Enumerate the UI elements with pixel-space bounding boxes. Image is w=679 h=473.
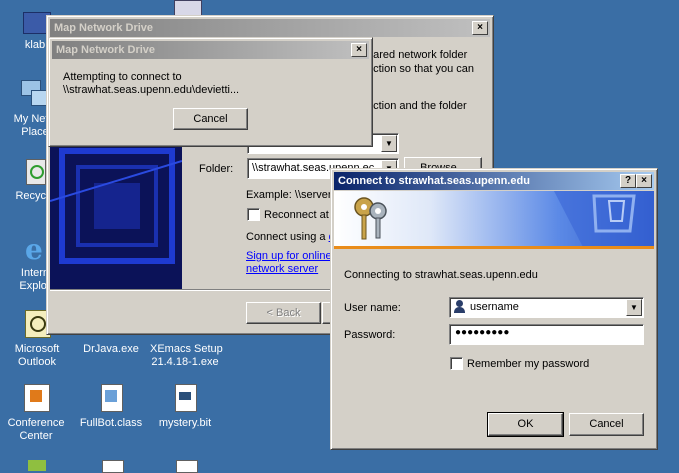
connecting-progress-dialog: Map Network Drive × Attempting to connec… bbox=[48, 37, 373, 147]
close-button[interactable]: × bbox=[636, 174, 652, 188]
chevron-down-icon[interactable]: ▼ bbox=[381, 135, 397, 152]
partial-icon bbox=[176, 460, 198, 473]
conference-center-icon bbox=[20, 382, 52, 414]
intro-text-fragment: hared network folder bbox=[367, 49, 468, 61]
example-text: Example: \\server bbox=[246, 189, 332, 201]
user-icon bbox=[453, 300, 465, 314]
back-button[interactable]: < Back bbox=[246, 302, 321, 324]
progress-line1: Attempting to connect to bbox=[63, 71, 182, 83]
close-button[interactable]: × bbox=[472, 21, 488, 35]
desktop-icon-label: Conference bbox=[7, 417, 65, 429]
desktop-icon-conference-center[interactable]: Conference Center bbox=[1, 382, 71, 443]
desktop-icon-label: DrJava.exe bbox=[83, 343, 139, 355]
close-icon: × bbox=[641, 175, 647, 186]
folder-label: Folder: bbox=[199, 163, 234, 175]
desktop-icon-partial-top[interactable] bbox=[174, 0, 202, 18]
desktop-icon-label: FullBot.class bbox=[79, 417, 143, 429]
keys-icon bbox=[354, 197, 387, 240]
connect-using-prefix: Connect using a bbox=[246, 231, 329, 243]
desktop-icon-label: mystery.bit bbox=[158, 417, 212, 429]
desktop-icon-label: XEmacs Setup bbox=[150, 343, 223, 355]
progress-cancel-button[interactable]: Cancel bbox=[173, 108, 248, 130]
reconnect-label: Reconnect at bbox=[264, 209, 329, 221]
signup-link-line1[interactable]: Sign up for online bbox=[246, 250, 332, 262]
window-title: Map Network Drive bbox=[54, 22, 154, 34]
close-button[interactable]: × bbox=[351, 43, 367, 57]
unknown-file-icon bbox=[169, 382, 201, 414]
connect-to-dialog: Connect to strawhat.seas.upenn.edu ? × C… bbox=[330, 168, 658, 450]
connect-using-text: Connect using a d bbox=[246, 231, 335, 243]
cancel-label: Cancel bbox=[589, 418, 624, 430]
map-drive-titlebar: Map Network Drive × bbox=[50, 19, 490, 37]
desktop-icon-fullbot-class[interactable]: FullBot.class bbox=[76, 382, 146, 430]
password-field[interactable]: ●●●●●●●●● bbox=[449, 324, 644, 345]
class-file-icon bbox=[95, 382, 127, 414]
desktop-icon-partial[interactable] bbox=[98, 458, 128, 473]
remember-password-checkbox[interactable] bbox=[450, 357, 463, 370]
reconnect-checkbox[interactable] bbox=[247, 208, 260, 221]
partial-icon bbox=[102, 460, 124, 473]
remember-password-label: Remember my password bbox=[467, 358, 590, 370]
desktop-icon-partial[interactable] bbox=[172, 458, 202, 473]
progress-titlebar: Map Network Drive × bbox=[52, 41, 369, 59]
help-button[interactable]: ? bbox=[620, 174, 636, 188]
connect-banner bbox=[334, 191, 654, 249]
cancel-label: Cancel bbox=[193, 113, 228, 125]
username-value: username bbox=[470, 301, 519, 313]
username-combo[interactable]: username ▼ bbox=[449, 297, 644, 318]
window-title: Connect to strawhat.seas.upenn.edu bbox=[338, 175, 530, 187]
username-label: User name: bbox=[344, 302, 401, 314]
password-label: Password: bbox=[344, 329, 396, 341]
chevron-down-icon[interactable]: ▼ bbox=[626, 299, 642, 316]
desktop-icon-label: 21.4.18-1.exe bbox=[151, 356, 219, 368]
desktop-icon-label: Center bbox=[19, 430, 53, 442]
ok-label: OK bbox=[517, 418, 534, 430]
connecting-text: Connecting to strawhat.seas.upenn.edu bbox=[344, 269, 538, 281]
progress-line2: \\strawhat.seas.upenn.edu\devietti... bbox=[63, 84, 240, 96]
cancel-button[interactable]: Cancel bbox=[569, 413, 644, 436]
signup-link-line2[interactable]: network server bbox=[246, 263, 318, 275]
desktop-icon-label: Outlook bbox=[18, 356, 56, 368]
instruction-text-fragment: ection and the folder bbox=[367, 100, 467, 112]
desktop-icon-mystery-bit[interactable]: mystery.bit bbox=[150, 382, 220, 430]
partial-icon bbox=[28, 460, 46, 471]
password-value: ●●●●●●●●● bbox=[455, 327, 510, 338]
back-label: < Back bbox=[266, 307, 301, 319]
ok-button[interactable]: OK bbox=[487, 412, 564, 437]
intro-text-fragment: ection so that you can bbox=[367, 63, 475, 75]
desktop-icon-label: Microsoft bbox=[14, 343, 60, 355]
window-title: Map Network Drive bbox=[56, 44, 156, 56]
connect-titlebar: Connect to strawhat.seas.upenn.edu ? × bbox=[334, 172, 654, 190]
desktop-icon-partial[interactable] bbox=[22, 458, 52, 471]
help-label: ? bbox=[624, 175, 632, 186]
